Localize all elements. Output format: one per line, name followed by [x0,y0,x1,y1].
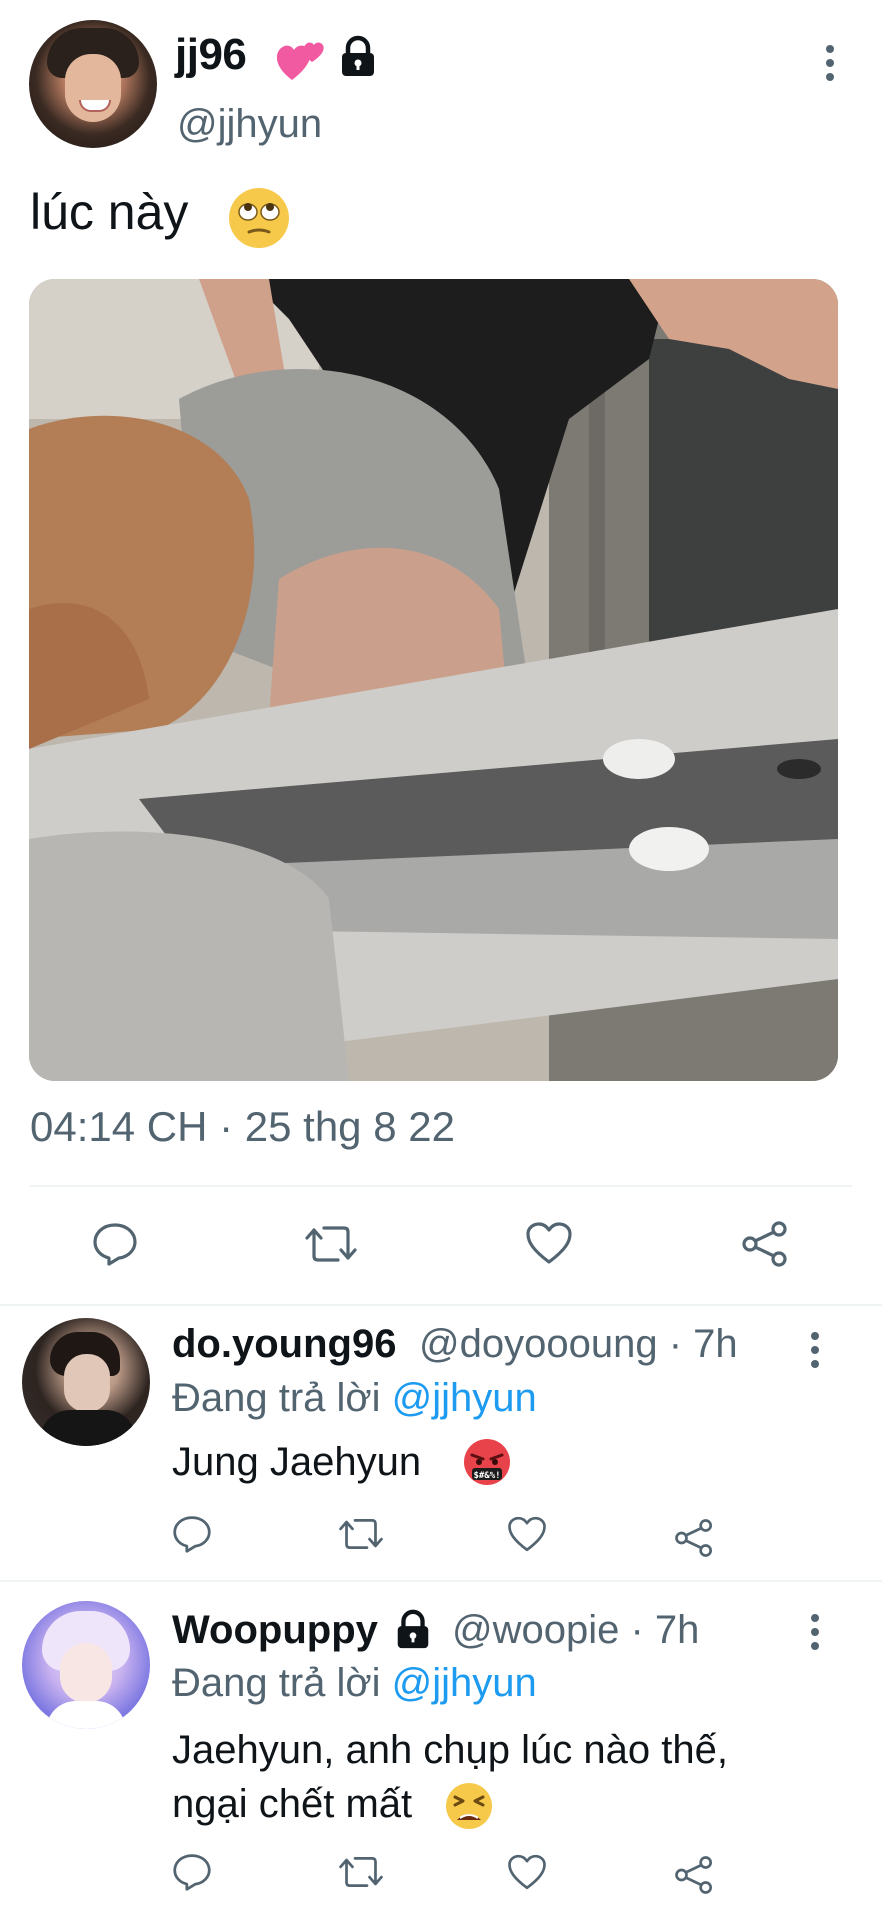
replying-prefix: Đang trả lời [172,1661,381,1705]
replying-prefix: Đang trả lời [172,1376,381,1420]
like-icon[interactable] [507,1853,547,1891]
reply-icon[interactable] [172,1853,212,1891]
rolling-eyes-emoji [229,188,289,248]
retweet-icon[interactable] [338,1853,384,1891]
reply-avatar[interactable] [22,1318,150,1446]
reply-text: Jung Jaehyun [172,1440,422,1484]
divider [0,1580,882,1582]
more-icon[interactable] [808,1332,822,1374]
divider [0,1304,882,1306]
reply-text-line-1: Jaehyun, anh chụp lúc nào thế, [172,1728,728,1772]
retweet-icon[interactable] [304,1222,358,1266]
tweet-media-video[interactable] [29,279,838,1081]
more-icon[interactable] [823,45,837,87]
mention-link[interactable]: @jjhyun [392,1661,537,1705]
mention-link[interactable]: @jjhyun [392,1376,537,1420]
tweet-text: lúc này [30,184,189,240]
reply-author-handle[interactable]: @doyoooung · 7h [419,1322,738,1367]
share-icon[interactable] [674,1855,714,1895]
divider [30,1185,852,1187]
reply-author-name[interactable]: do.young96 [172,1322,396,1367]
cursing-face-emoji: $#&%! [464,1439,510,1485]
author-avatar[interactable] [29,20,157,148]
author-handle[interactable]: @jjhyun [177,102,322,147]
lock-icon [397,1609,429,1649]
more-icon[interactable] [808,1614,822,1656]
retweet-icon[interactable] [338,1515,384,1553]
tweet-timestamp: 04:14 CH · 25 thg 8 22 [30,1103,455,1150]
replying-to: Đang trả lời @jjhyun [172,1376,537,1421]
share-icon[interactable] [674,1518,714,1558]
author-name[interactable]: jj96 [175,30,247,80]
reply-author-handle[interactable]: @woopie · 7h [452,1608,699,1653]
reply-icon[interactable] [172,1515,212,1553]
lock-icon [342,35,374,76]
replying-to: Đang trả lời @jjhyun [172,1661,537,1706]
reply-icon[interactable] [92,1222,138,1266]
like-icon[interactable] [525,1221,573,1265]
two-hearts-emoji [276,42,324,80]
reply-avatar[interactable] [22,1601,150,1729]
like-icon[interactable] [507,1515,547,1553]
tired-face-emoji [446,1783,492,1829]
tweet-detail-page: jj96 @jjhyun lúc này 04:14 CH · 25 thg 8… [0,0,882,1920]
svg-text:$#&%!: $#&%! [473,1471,500,1481]
reply-text-line-2: ngại chết mất [172,1782,413,1826]
reply-author-name[interactable]: Woopuppy [172,1608,378,1653]
share-icon[interactable] [741,1220,789,1268]
